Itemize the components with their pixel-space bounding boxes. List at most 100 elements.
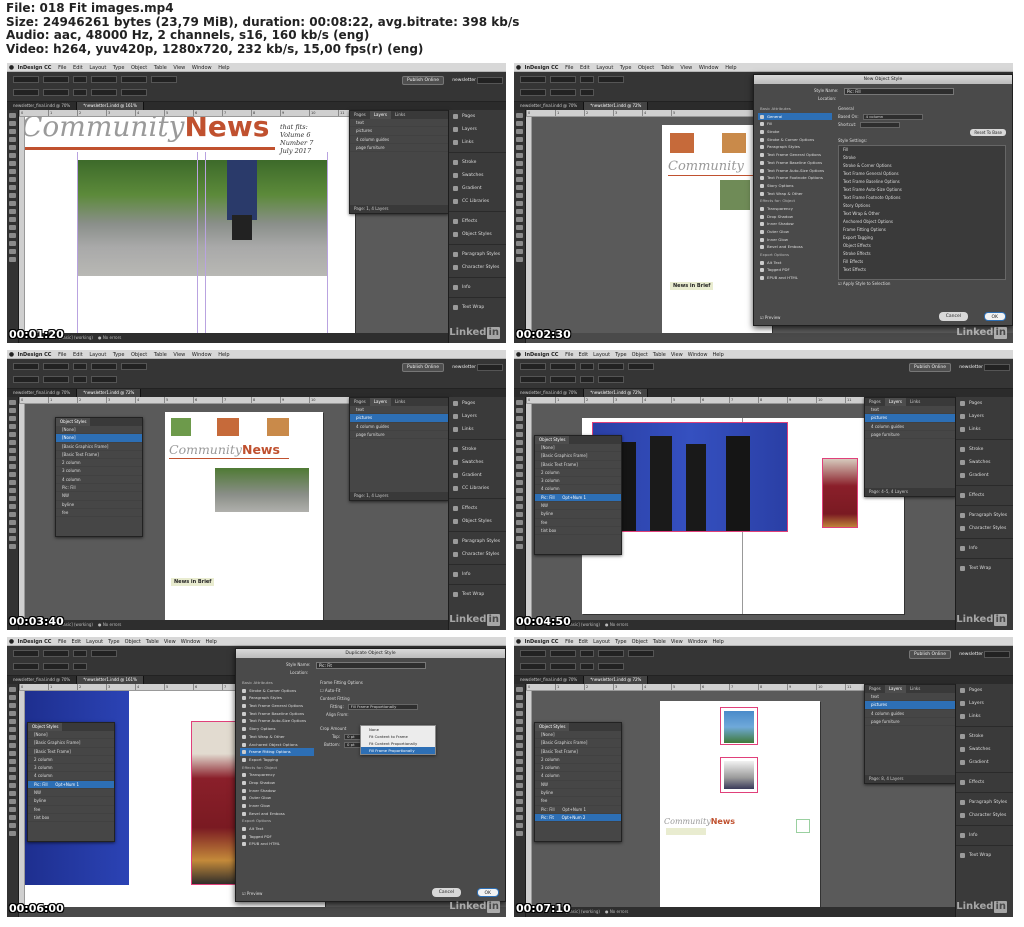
style-settings-list[interactable]: Fill Stroke Stroke & Corner Options Text Fr… <box>838 145 1006 280</box>
style-item[interactable]: 4 column <box>56 476 142 485</box>
effect-item[interactable]: Inner Glow <box>758 236 832 244</box>
object-styles-panel[interactable]: Object Styles [None] [Basic Graphics Fra… <box>27 722 115 842</box>
style-item[interactable]: NW <box>56 492 142 501</box>
preview-checkbox[interactable]: ☑ Preview <box>760 315 780 320</box>
zoom2-field[interactable] <box>73 89 87 96</box>
w-field[interactable] <box>43 76 69 83</box>
layer-item[interactable]: pictures <box>350 127 448 136</box>
page-tool-icon[interactable] <box>9 129 16 134</box>
direct-selection-tool-icon[interactable] <box>9 121 16 126</box>
style-item[interactable]: NW <box>535 502 621 511</box>
eyedropper-tool-icon[interactable] <box>9 225 16 230</box>
layer-item[interactable]: page furniture <box>350 431 448 440</box>
style-item[interactable]: [None] <box>535 444 621 453</box>
style-name-input[interactable]: Pic: Fill <box>844 88 954 95</box>
document-page[interactable]: CommunityNews News in Brief <box>165 412 323 620</box>
reset-to-base-button[interactable]: Reset To Base <box>970 129 1006 136</box>
publish-online-button[interactable]: Publish Online <box>402 363 444 372</box>
fitting-option[interactable]: Fit Content to Frame <box>361 733 435 740</box>
layers-panel[interactable]: Pages Layers Links text pictures 4 column … <box>864 397 956 497</box>
thumbnail-photo[interactable] <box>722 133 746 153</box>
gap-tool-icon[interactable] <box>9 137 16 142</box>
apple-icon[interactable]: ● <box>514 63 523 72</box>
category-item[interactable]: Paragraph Styles <box>758 143 832 151</box>
frame-thumbnail[interactable]: ● InDesign CC File Edit Layout Type Obje… <box>514 63 1013 343</box>
doc-tab[interactable]: newsletter_final.indd @ 70% <box>514 389 585 397</box>
category-item[interactable]: Text Frame General Options <box>240 702 314 710</box>
effect-item[interactable]: Outer Glow <box>758 228 832 236</box>
zoom-tool-icon[interactable] <box>9 241 16 246</box>
style-item[interactable]: [None] <box>56 434 142 443</box>
pencil-tool-icon[interactable] <box>9 169 16 174</box>
dock-links[interactable]: Links <box>449 136 506 149</box>
category-item[interactable]: Export Tagging <box>240 756 314 764</box>
category-item-frame-fitting[interactable]: Frame Fitting Options <box>240 748 314 756</box>
thumbnail-photo[interactable] <box>217 418 239 436</box>
category-item[interactable]: Story Options <box>240 725 314 733</box>
style-item[interactable]: tint box <box>535 527 621 536</box>
type-tool-icon[interactable] <box>9 145 16 150</box>
frame-thumbnail[interactable]: ● InDesign CC File Edit Layout Type Object Ta… <box>514 637 1013 917</box>
effect-item[interactable]: Inner Shadow <box>758 220 832 228</box>
object-styles-panel[interactable]: Object Styles [None] [Basic Graphics Fra… <box>534 722 622 842</box>
style-item[interactable]: 3 column <box>56 467 142 476</box>
category-item[interactable]: Story Options <box>758 182 832 190</box>
h-field[interactable] <box>43 89 69 96</box>
dock-swatches[interactable]: Swatches <box>449 169 506 182</box>
export-item[interactable]: Alt Text <box>758 259 832 267</box>
thumbnail-photo[interactable] <box>670 133 694 153</box>
style-item[interactable]: fee <box>56 509 142 518</box>
dock-text-wrap[interactable]: Text Wrap <box>449 301 506 314</box>
layers-panel[interactable]: Pages Layers Links text pictures 4 column … <box>349 110 449 214</box>
dock-object-styles[interactable]: Object Styles <box>449 228 506 241</box>
category-item[interactable]: Text Frame Auto-Size Options <box>240 717 314 725</box>
fx-field[interactable] <box>151 76 177 83</box>
dock-gradient[interactable]: Gradient <box>449 182 506 195</box>
category-item[interactable]: Text Frame Footnote Options <box>758 174 832 182</box>
export-item[interactable]: EPUB and HTML <box>758 274 832 282</box>
doc-tab-active[interactable]: *newsletter1.indd @ 161% <box>77 102 144 110</box>
thumbnail-photo[interactable] <box>267 418 289 436</box>
note-tool-icon[interactable] <box>9 217 16 222</box>
layer-item[interactable]: page furniture <box>350 144 448 153</box>
hand-tool-icon[interactable] <box>9 233 16 238</box>
dock-layers[interactable]: Layers <box>449 123 506 136</box>
ok-button[interactable]: OK <box>476 888 499 897</box>
fitting-option[interactable]: Fill Frame Proportionally <box>361 747 435 754</box>
tab-links[interactable]: Links <box>391 111 409 119</box>
workspace-switcher[interactable]: newsletter <box>452 363 476 372</box>
search-input[interactable] <box>477 77 503 84</box>
dock-info[interactable]: Info <box>449 281 506 294</box>
category-item[interactable]: Text Frame Baseline Options <box>240 710 314 718</box>
layers-panel[interactable]: Pages Layers Links text pictures 4 column … <box>864 684 956 784</box>
frame-thumbnail[interactable]: ● InDesign CC File Edit Layout Type Object Ta… <box>514 350 1013 630</box>
preview-checkbox[interactable]: ☑ Preview <box>242 891 262 896</box>
fitting-option[interactable]: Fit Content Proportionally <box>361 740 435 747</box>
new-object-style-dialog[interactable]: New Object Style Style Name: Pic: Fill L… <box>753 74 1013 326</box>
y-field[interactable] <box>13 89 39 96</box>
effect-item[interactable]: Transparency <box>758 205 832 213</box>
doc-tab[interactable]: newsletter_final.indd @ 70% <box>7 676 78 684</box>
layer-item[interactable]: 4 column guides <box>350 423 448 431</box>
doc-tab[interactable]: newsletter_final.indd @ 70% <box>7 102 78 110</box>
based-on-select[interactable]: 4 column <box>862 114 923 120</box>
style-item[interactable]: 4 column <box>535 485 621 494</box>
opacity-field[interactable] <box>121 89 147 96</box>
doc-tab-active[interactable]: *newsletter1.indd @ 161% <box>77 676 144 684</box>
dock-character-styles[interactable]: Character Styles <box>449 261 506 274</box>
publish-online-button[interactable]: Publish Online <box>909 363 951 372</box>
stroke-field[interactable] <box>121 76 147 83</box>
x-field[interactable] <box>13 76 39 83</box>
frame-thumbnail[interactable]: ● InDesign CC File Edit Layout Type Obje… <box>7 63 506 343</box>
document-spread[interactable] <box>582 418 904 614</box>
gradient-tool-icon[interactable] <box>9 209 16 214</box>
doc-tab[interactable]: newsletter_final.indd @ 70% <box>514 102 585 110</box>
doc-tab-active[interactable]: *newsletter1.indd @ 72% <box>77 389 142 397</box>
fitting-select[interactable]: Fill Frame Proportionally <box>347 704 418 710</box>
frame-tool-icon[interactable] <box>9 177 16 182</box>
thumbnail-photo[interactable] <box>720 180 750 210</box>
style-item[interactable]: fee <box>535 519 621 527</box>
shear-field[interactable] <box>91 89 117 96</box>
object-styles-panel[interactable]: Object Styles [None] [Basic Graphics Fra… <box>534 435 622 555</box>
category-item[interactable]: Anchored Object Options <box>240 741 314 749</box>
